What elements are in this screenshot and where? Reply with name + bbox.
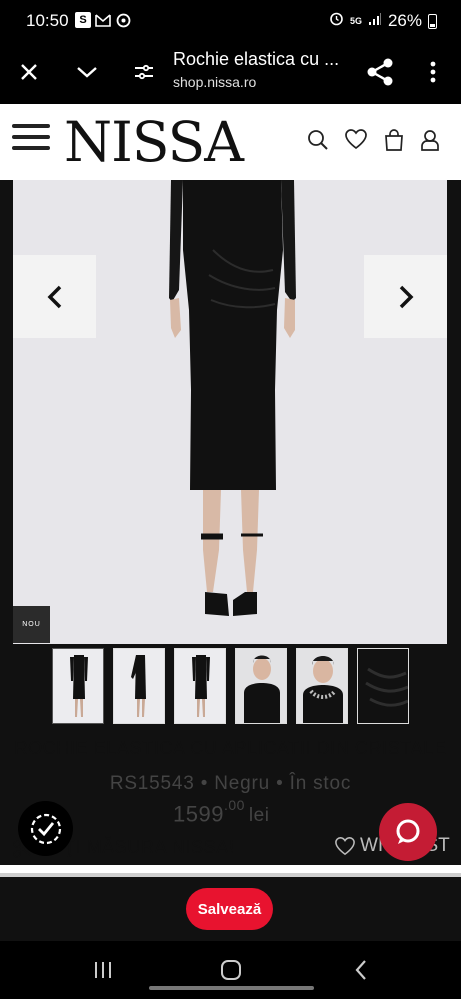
page-url: shop.nissa.ro [173,74,257,90]
close-icon[interactable] [11,54,47,90]
previous-image-button[interactable] [13,255,96,338]
product-image [169,180,296,616]
chat-button[interactable] [379,803,437,861]
account-icon[interactable] [419,128,443,152]
save-bar: Salvează [0,877,461,941]
recent-apps-icon[interactable] [88,957,118,983]
chat-bubble-icon [396,819,420,844]
thumbnail-5[interactable] [296,648,348,724]
thumbnail-6[interactable] [357,648,409,724]
heart-icon[interactable] [344,128,368,152]
battery-icon [428,13,437,29]
site-settings-icon[interactable] [126,54,162,90]
thumbnail-3[interactable] [174,648,226,724]
back-icon[interactable] [346,957,376,983]
thumbnail-4[interactable] [235,648,287,724]
product-meta: RS15543 • Negru • În stoc [109,773,352,794]
system-navigation-bar [0,941,461,999]
notification-icons: S [75,12,131,28]
shopping-bag-icon[interactable] [382,128,406,152]
content-bottom-edge [0,865,461,873]
hamburger-menu-icon[interactable] [12,124,50,158]
sync-notification-icon [115,12,131,28]
price-cents: .00 [223,797,245,813]
product-image-gallery[interactable]: NOU [13,180,447,644]
save-button[interactable]: Salvează [186,888,273,930]
battery-percent: 26% [387,11,422,30]
status-right: 5G 26% [329,11,437,31]
search-icon[interactable] [306,128,330,152]
thumbnail-strip [52,648,412,724]
alarm-icon [329,11,344,31]
next-image-button[interactable] [364,255,447,338]
site-logo[interactable]: NISSA [64,110,244,174]
price-currency: lei [248,805,270,827]
thumbnail-1[interactable] [52,648,104,724]
page-title: Rochie elastica cu ... [173,49,340,69]
new-badge: NOU [13,606,50,643]
signal-icon [368,11,382,31]
product-price: 1599.00lei [173,797,270,827]
accessibility-icon [30,813,61,844]
samsung-notification-icon: S [75,12,91,28]
network-type-label: 5G [349,16,362,26]
home-icon[interactable] [216,957,246,983]
status-bar: 10:50 S 5G 26% [0,0,461,42]
accessibility-button[interactable] [18,801,73,856]
gesture-handle[interactable] [149,986,314,990]
browser-toolbar: Rochie elastica cu ... shop.nissa.ro [0,42,461,104]
gmail-notification-icon [95,12,111,28]
more-options-icon[interactable] [415,54,451,90]
chevron-down-icon[interactable] [69,54,105,90]
share-icon[interactable] [362,54,398,90]
chevron-right-icon [399,285,413,308]
chevron-left-icon [47,285,61,308]
site-header: NISSA [0,104,461,180]
status-time: 10:50 [26,11,69,30]
thumbnail-2[interactable] [113,648,165,724]
heart-outline-icon [335,837,355,856]
product-title: ROCHIE ELASTICA CU APLICATII DIN CRISTAL… [14,738,447,758]
price-amount: 1599 [173,801,224,827]
